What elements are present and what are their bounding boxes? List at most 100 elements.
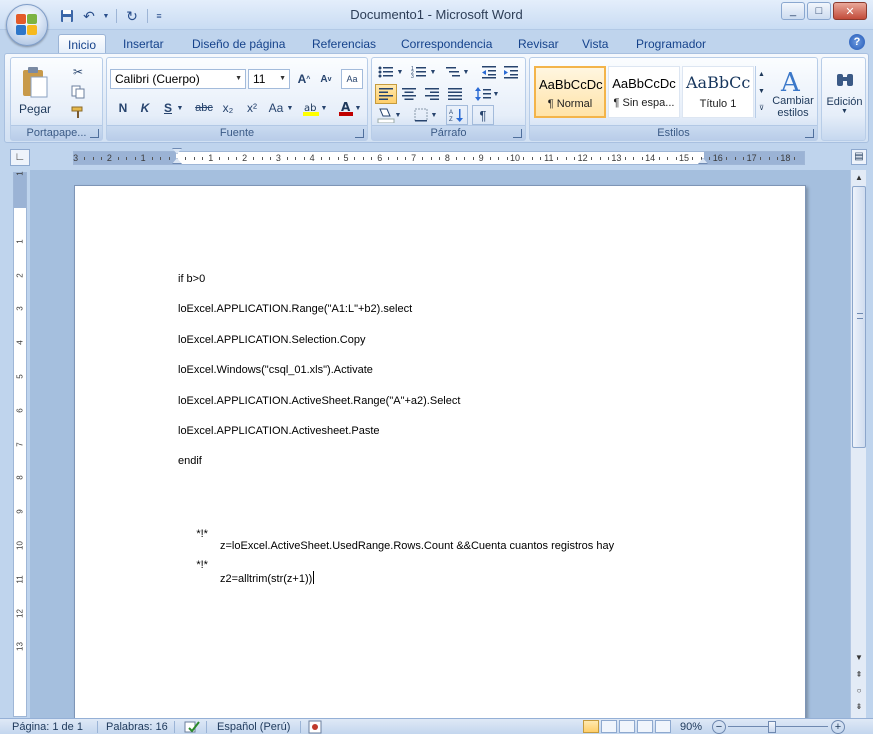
copy-icon[interactable] [67,82,89,102]
shrink-font-icon[interactable]: Av [315,69,337,89]
chevron-down-icon[interactable]: ▼ [285,98,295,118]
zoom-out-icon[interactable]: − [712,720,726,734]
print-layout-view-button[interactable] [583,720,599,733]
style-sin-espaciado[interactable]: AaBbCcDc ¶ Sin espa... [608,66,680,118]
multilevel-list-icon[interactable] [442,62,464,82]
tab-correspondencia[interactable]: Correspondencia [392,34,501,54]
chevron-down-icon[interactable]: ▼ [756,83,767,100]
office-button[interactable] [6,4,48,46]
increase-indent-icon[interactable] [500,62,522,82]
chevron-down-icon[interactable]: ▼ [492,84,500,104]
page-count[interactable]: Página: 1 de 1 [12,720,83,734]
minimize-button[interactable]: _ [781,2,805,20]
doc-line-4[interactable]: loExcel.Windows("csql_01.xls").Activate [178,364,373,376]
change-styles-button[interactable]: A Cambiar estilos [770,62,816,124]
close-button[interactable]: ✕ [833,2,867,20]
help-icon[interactable]: ? [849,34,865,50]
grip-icon [857,313,863,319]
macro-record-icon[interactable] [308,720,322,734]
superscript-button[interactable]: x² [241,98,263,118]
scroll-up-icon[interactable]: ▲ [851,170,867,186]
draft-view-button[interactable] [655,720,671,733]
cut-icon[interactable]: ✂ [67,62,89,82]
chevron-down-icon[interactable]: ▼ [353,98,363,118]
full-screen-reading-button[interactable] [601,720,617,733]
doc-line-3[interactable]: loExcel.APPLICATION.Selection.Copy [178,334,365,346]
align-left-icon[interactable] [375,84,397,104]
numbering-icon[interactable]: 123 [408,62,430,82]
clipboard-launcher-icon[interactable] [90,129,99,138]
paste-button[interactable]: Pegar [15,60,55,122]
decrease-indent-icon[interactable] [478,62,500,82]
proofing-icon[interactable] [184,720,200,734]
horizontal-ruler[interactable]: 3 2 1 1 2 3 4 5 6 7 8 9 10 11 12 13 14 15 16 17 18 [73,151,805,165]
web-layout-button[interactable] [619,720,635,733]
doc-line-7[interactable]: endif [178,455,202,467]
chevron-down-icon[interactable]: ▼ [396,62,404,82]
chevron-down-icon[interactable]: ▼ [462,62,470,82]
chevron-up-icon[interactable]: ▲ [756,66,767,83]
grow-font-icon[interactable]: A ^ [293,69,315,89]
styles-launcher-icon[interactable] [805,129,814,138]
clear-format-icon[interactable]: Aa [341,69,363,89]
zoom-in-icon[interactable]: + [831,720,845,734]
justify-icon[interactable] [444,84,466,104]
scroll-thumb[interactable] [852,186,866,448]
chevron-down-icon[interactable]: ▼ [394,105,402,125]
bold-button[interactable]: N [112,98,134,118]
doc-line-5[interactable]: loExcel.APPLICATION.ActiveSheet.Range("A… [178,395,460,407]
word-count[interactable]: Palabras: 16 [106,720,168,734]
view-ruler-icon[interactable]: ▤ [851,149,867,165]
align-right-icon[interactable] [421,84,443,104]
chevron-down-icon[interactable]: ▼ [430,105,438,125]
zoom-track[interactable] [728,726,828,727]
doc-line-1[interactable]: if b>0 [178,273,205,285]
document-page[interactable]: if b>0 loExcel.APPLICATION.Range("A1:L"+… [74,185,806,718]
outline-view-button[interactable] [637,720,653,733]
tab-diseno-de-pagina[interactable]: Diseño de página [183,34,294,54]
chevron-down-icon[interactable]: ▼ [429,62,437,82]
tab-inicio[interactable]: Inicio [58,34,107,54]
doc-line-6[interactable]: loExcel.APPLICATION.Activesheet.Paste [178,425,380,437]
editing-button[interactable]: Edición ▼ [822,62,867,122]
italic-button[interactable]: K [134,98,156,118]
sort-icon[interactable]: AZ [446,105,468,125]
font-name-combo[interactable]: Calibri (Cuerpo) ▼ [110,69,246,89]
subscript-button[interactable]: x₂ [217,98,239,118]
style-titulo-1[interactable]: AaBbCc Título 1 [682,66,754,118]
show-formatting-icon[interactable]: ¶ [472,105,494,125]
scroll-down-icon[interactable]: ▼ [851,650,867,666]
tab-insertar[interactable]: Insertar [114,34,173,54]
zoom-slider-thumb[interactable] [768,721,776,733]
zoom-level[interactable]: 90% [680,720,702,734]
line-spacing-icon[interactable] [472,84,494,104]
maximize-button[interactable]: □ [807,2,831,20]
style-normal[interactable]: AaBbCcDc ¶ Normal [534,66,606,118]
tab-vista[interactable]: Vista [573,34,617,54]
select-browse-object-icon[interactable]: ○ [851,683,867,699]
tab-selector[interactable]: ∟ [10,149,30,166]
more-styles-icon[interactable]: ⊽ [756,100,767,117]
doc-line-2[interactable]: loExcel.APPLICATION.Range("A1:L"+b2).sel… [178,303,412,315]
format-painter-icon[interactable] [67,102,89,122]
change-case-button[interactable]: Aa [265,98,287,118]
font-launcher-icon[interactable] [355,129,364,138]
chevron-down-icon[interactable]: ▼ [319,98,329,118]
doc-line-10[interactable]: *!* z2=alltrim(str(z+1)) [178,547,315,595]
font-size-combo[interactable]: 11 ▼ [248,69,290,89]
chevron-down-icon[interactable]: ▼ [175,98,185,118]
tab-revisar[interactable]: Revisar [509,34,568,54]
next-page-icon[interactable]: ⇟ [851,699,867,715]
ruler-tick [565,157,567,160]
tab-programador[interactable]: Programador [627,34,715,54]
align-center-icon[interactable] [398,84,420,104]
bullets-icon[interactable] [375,62,397,82]
tab-referencias[interactable]: Referencias [303,34,385,54]
language[interactable]: Español (Perú) [217,720,290,734]
vertical-scrollbar[interactable]: ▲ ▼ ⇞ ○ ⇟ [850,170,866,718]
vertical-ruler[interactable]: 1 1 2 3 4 5 6 7 8 9 10 11 12 13 [13,171,27,717]
borders-icon[interactable] [410,105,432,125]
paragraph-launcher-icon[interactable] [513,129,522,138]
previous-page-icon[interactable]: ⇞ [851,667,867,683]
strikethrough-button[interactable]: abc [193,98,215,118]
